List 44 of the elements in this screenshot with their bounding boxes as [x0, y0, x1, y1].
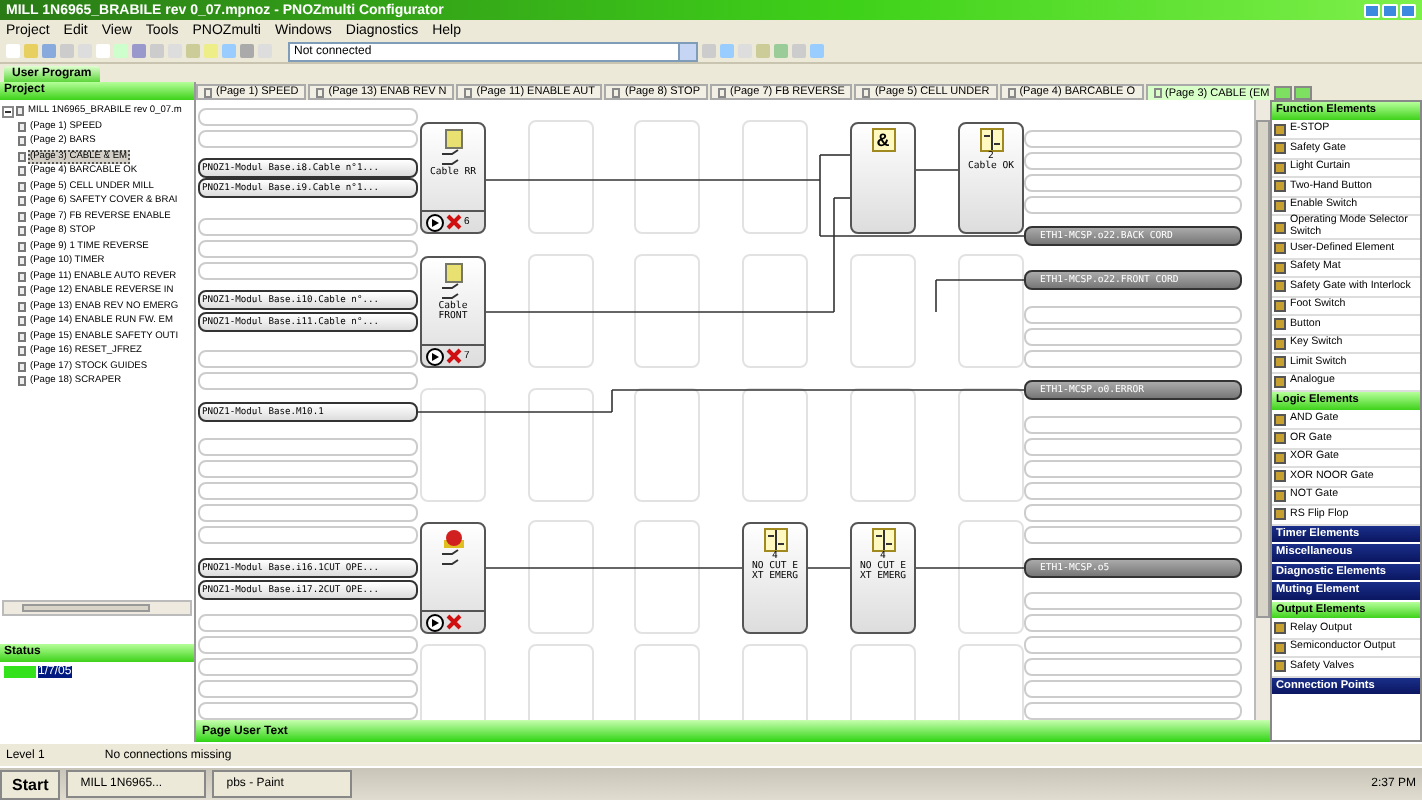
cross-icon: [446, 348, 462, 364]
maximize-button[interactable]: [1382, 3, 1398, 17]
cross-icon: [446, 614, 462, 630]
empty-grid-cell: [528, 254, 594, 368]
empty-grid-cell: [742, 254, 808, 368]
connection-line: [915, 169, 959, 171]
close-button[interactable]: [1400, 3, 1416, 17]
empty-grid-cell: [528, 388, 594, 502]
connection-line: [915, 567, 1025, 569]
gate-switch-icon: [439, 128, 467, 168]
play-icon: [426, 613, 444, 631]
collapse-icon[interactable]: [2, 105, 14, 118]
empty-grid-cell: [850, 254, 916, 368]
project-icon: [16, 106, 24, 117]
output-element-icon: [979, 128, 1003, 152]
empty-grid-cell: [528, 120, 594, 234]
empty-grid-cell: [634, 120, 700, 234]
empty-grid-cell: [420, 388, 486, 502]
logic-block[interactable]: &: [850, 122, 916, 234]
empty-grid-cell: [742, 388, 808, 502]
horizontal-scrollbar[interactable]: [2, 600, 192, 616]
cross-icon: [446, 214, 462, 230]
gate-switch-icon: [439, 262, 467, 302]
and-gate-symbol: &: [871, 128, 895, 152]
empty-grid-cell: [528, 520, 594, 634]
empty-grid-cell: [958, 520, 1024, 634]
connection-line: [807, 567, 851, 569]
emergency-stop-icon: [439, 528, 467, 568]
empty-grid-cell: [958, 254, 1024, 368]
vertical-scrollbar[interactable]: [1254, 100, 1270, 720]
empty-grid-cell: [634, 254, 700, 368]
status-highlight: [4, 666, 36, 678]
empty-grid-cell: [958, 388, 1024, 502]
empty-grid-cell: [850, 388, 916, 502]
logic-block[interactable]: [420, 522, 486, 634]
empty-grid-cell: [634, 520, 700, 634]
output-element-icon: [763, 528, 787, 552]
minimize-button[interactable]: [1364, 3, 1380, 17]
play-icon: [426, 213, 444, 231]
play-icon: [426, 347, 444, 365]
start-button[interactable]: Start: [0, 769, 61, 799]
empty-grid-cell: [634, 388, 700, 502]
output-element-icon: [871, 528, 895, 552]
empty-grid-cell: [742, 120, 808, 234]
